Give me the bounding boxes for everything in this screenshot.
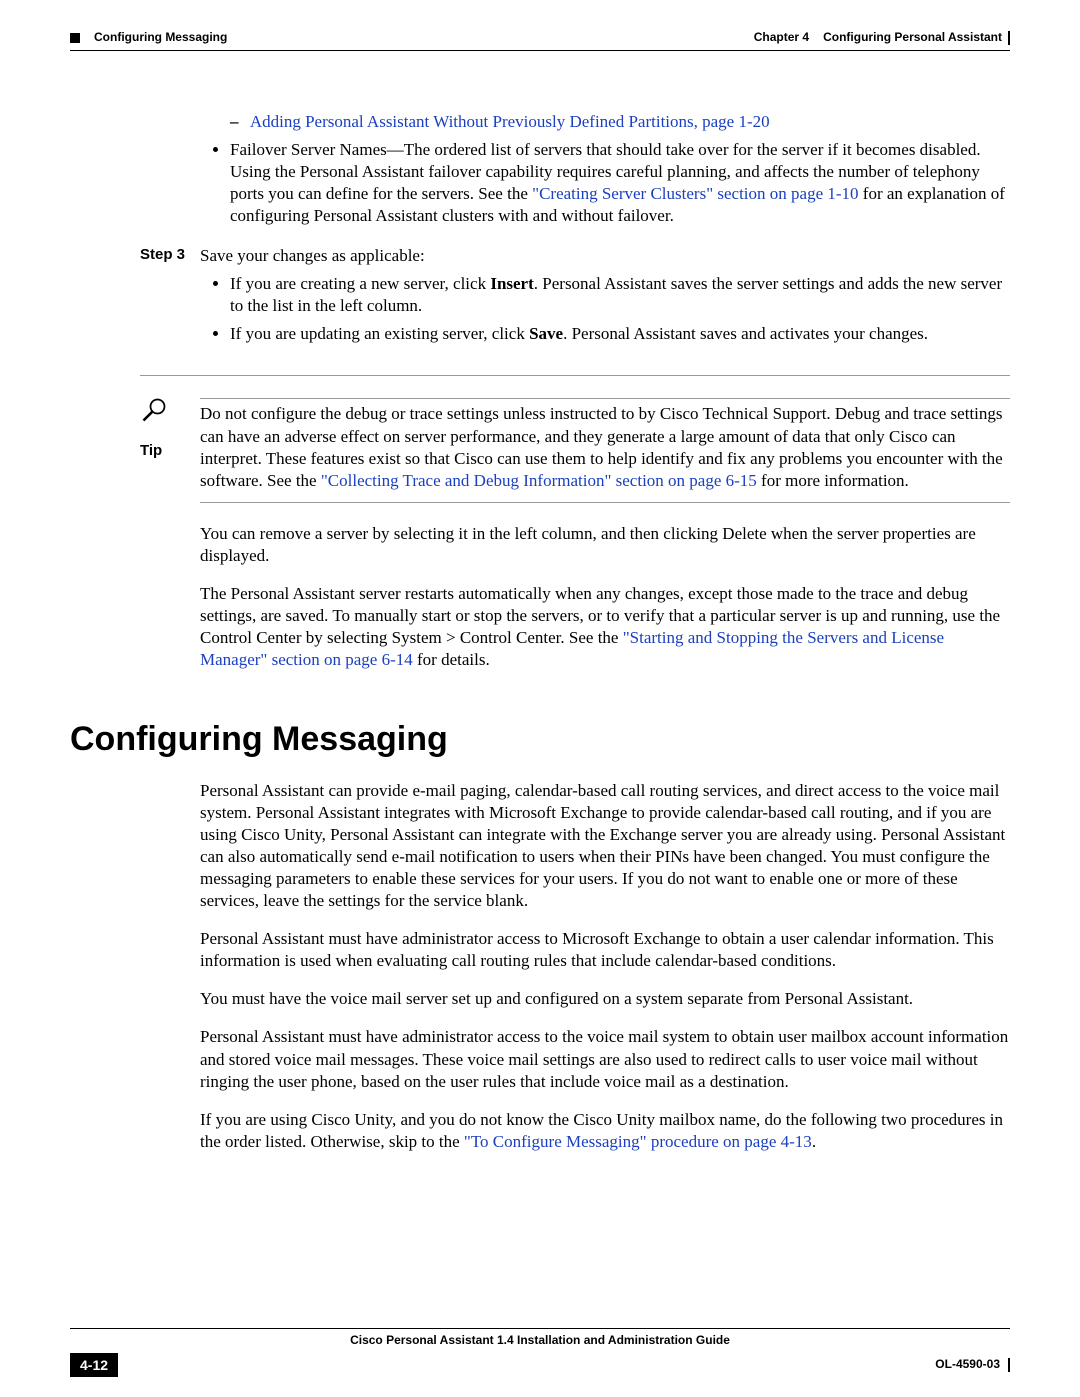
link-collecting-trace[interactable]: "Collecting Trace and Debug Information"… [321,471,757,490]
step3-text: Save your changes as applicable: [200,245,1010,267]
page-header: Configuring Messaging Chapter 4 Configur… [70,30,1010,46]
cm-para4: Personal Assistant must have administrat… [200,1026,1010,1092]
footer-doc-id: OL-4590-03 [935,1357,1000,1373]
link-adding-pa[interactable]: Adding Personal Assistant Without Previo… [250,112,770,131]
header-chapter-num: Chapter 4 [754,30,809,46]
cm-para1: Personal Assistant can provide e-mail pa… [200,780,1010,913]
section-heading: Configuring Messaging [70,717,1010,761]
footer-page-number: 4-12 [70,1353,118,1377]
header-bar-icon [1008,31,1010,45]
main-content: – Adding Personal Assistant Without Prev… [70,111,1010,1153]
link-creating-clusters[interactable]: "Creating Server Clusters" section on pa… [532,184,858,203]
tip-label: Tip [140,441,200,461]
step3-row: Step 3 Save your changes as applicable: … [200,245,1010,351]
cm-para3: You must have the voice mail server set … [200,988,1010,1010]
dash-marker-icon: – [230,112,239,131]
header-section: Configuring Messaging [94,30,227,46]
header-square-icon [70,33,80,43]
magnifier-icon [140,396,168,424]
bullet-failover: Failover Server Names—The ordered list o… [230,139,1010,227]
step3-bullet1: If you are creating a new server, click … [230,273,1010,317]
link-to-configure-messaging[interactable]: "To Configure Messaging" procedure on pa… [464,1132,812,1151]
footer-bar-icon [1008,1358,1010,1372]
page-footer: Cisco Personal Assistant 1.4 Installatio… [70,1328,1010,1377]
step3-label: Step 3 [140,245,200,351]
tip-block: Tip Do not configure the debug or trace … [200,396,1010,506]
sub-list-item: – Adding Personal Assistant Without Prev… [230,111,1010,133]
step3-bullet2: If you are updating an existing server, … [230,323,1010,345]
para-remove-server: You can remove a server by selecting it … [200,523,1010,567]
footer-book-title: Cisco Personal Assistant 1.4 Installatio… [70,1333,1010,1349]
cm-para5: If you are using Cisco Unity, and you do… [200,1109,1010,1153]
header-chapter-title: Configuring Personal Assistant [823,30,1002,46]
cm-para2: Personal Assistant must have administrat… [200,928,1010,972]
para-restart: The Personal Assistant server restarts a… [200,583,1010,671]
